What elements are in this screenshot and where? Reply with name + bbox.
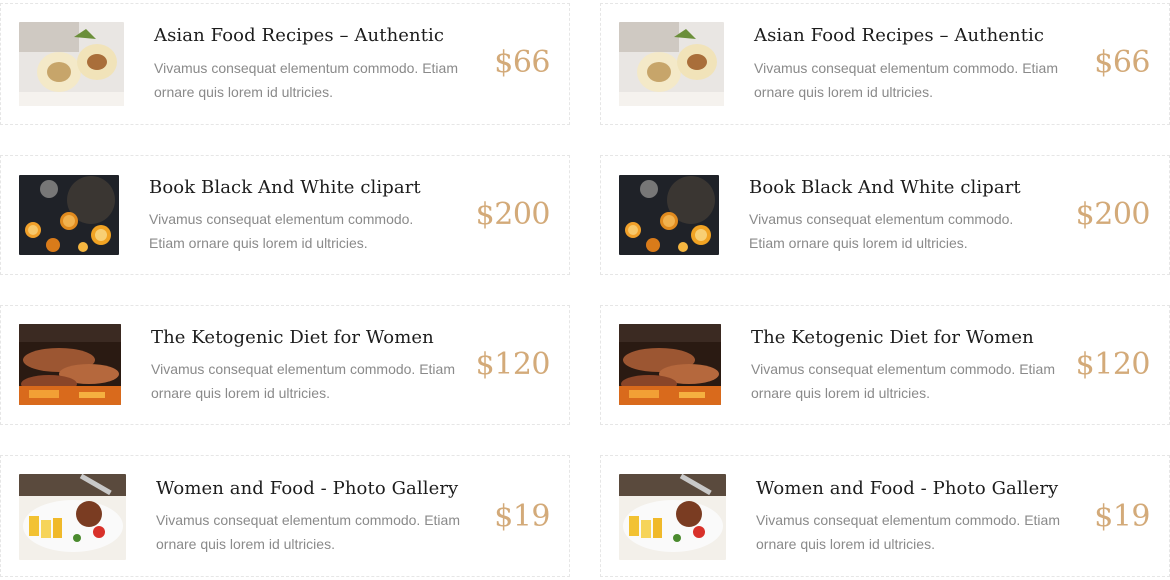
item-title[interactable]: The Ketogenic Diet for Women (151, 327, 434, 348)
item-price: $120 (1075, 347, 1151, 382)
menu-card[interactable]: Women and Food - Photo Gallery Vivamus c… (0, 455, 570, 577)
item-title[interactable]: The Ketogenic Diet for Women (751, 327, 1034, 348)
item-description: Vivamus consequat elementum commodo. Eti… (149, 211, 414, 251)
grilled-meat-image (619, 324, 721, 405)
item-price: $120 (475, 347, 551, 382)
orange-slices-image (19, 175, 119, 255)
sushi-image (619, 22, 724, 106)
item-description: Vivamus consequat elementum commodo. Eti… (754, 60, 1058, 100)
item-description: Vivamus consequat elementum commodo. Eti… (756, 512, 1060, 552)
menu-card[interactable]: The Ketogenic Diet for Women Vivamus con… (600, 305, 1170, 425)
item-price: $66 (494, 45, 550, 80)
menu-card[interactable]: Asian Food Recipes – Authentic Vivamus c… (600, 3, 1170, 125)
menu-card[interactable]: Women and Food - Photo Gallery Vivamus c… (600, 455, 1170, 577)
item-description: Vivamus consequat elementum commodo. Eti… (749, 211, 1014, 251)
item-title[interactable]: Women and Food - Photo Gallery (756, 478, 1058, 499)
orange-slices-image (619, 175, 719, 255)
plated-dish-image (19, 474, 126, 560)
item-price: $19 (494, 499, 550, 534)
item-price: $200 (475, 197, 551, 232)
item-price: $66 (1094, 45, 1150, 80)
item-title[interactable]: Book Black And White clipart (749, 177, 1021, 198)
item-price: $19 (1094, 499, 1150, 534)
item-description: Vivamus consequat elementum commodo. Eti… (151, 361, 455, 401)
item-price: $200 (1075, 197, 1151, 232)
menu-card[interactable]: Book Black And White clipart Vivamus con… (0, 155, 570, 275)
item-description: Vivamus consequat elementum commodo. Eti… (156, 512, 460, 552)
menu-card[interactable]: The Ketogenic Diet for Women Vivamus con… (0, 305, 570, 425)
item-title[interactable]: Asian Food Recipes – Authentic (154, 25, 444, 46)
item-description: Vivamus consequat elementum commodo. Eti… (154, 60, 458, 100)
plated-dish-image (619, 474, 726, 560)
item-title[interactable]: Women and Food - Photo Gallery (156, 478, 458, 499)
grilled-meat-image (19, 324, 121, 405)
sushi-image (19, 22, 124, 106)
item-title[interactable]: Book Black And White clipart (149, 177, 421, 198)
item-description: Vivamus consequat elementum commodo. Eti… (751, 361, 1055, 401)
menu-card[interactable]: Book Black And White clipart Vivamus con… (600, 155, 1170, 275)
item-title[interactable]: Asian Food Recipes – Authentic (754, 25, 1044, 46)
menu-card[interactable]: Asian Food Recipes – Authentic Vivamus c… (0, 3, 570, 125)
